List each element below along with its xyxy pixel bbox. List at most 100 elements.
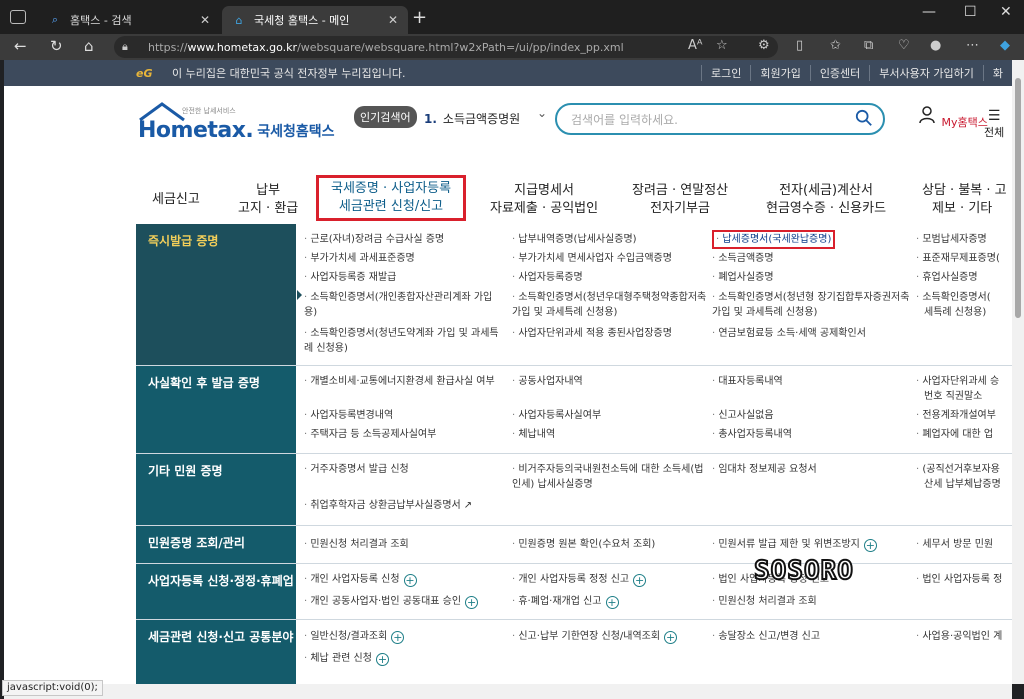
nav-certificates-registration[interactable]: 국세증명 · 사업자등록 세금관련 신청/신고: [316, 175, 467, 221]
section-title[interactable]: 사실확인 후 발급 증명: [136, 366, 296, 453]
plus-icon[interactable]: +: [664, 631, 678, 644]
menu-item[interactable]: 주택자금 등 소득공제사실여부: [304, 427, 436, 442]
section-title[interactable]: 기타 민원 증명: [136, 454, 296, 525]
browser-tab-hometax[interactable]: ⌂ 국세청 홈택스 - 메인 ✕: [222, 6, 408, 34]
refresh-icon[interactable]: ↻: [50, 37, 63, 55]
signup-link[interactable]: 회원가입: [750, 65, 809, 81]
health-icon[interactable]: ♡: [898, 38, 910, 53]
collections-icon[interactable]: ⧉: [864, 38, 873, 53]
plus-icon[interactable]: +: [375, 653, 389, 666]
favorite-star-icon[interactable]: ☆: [716, 38, 728, 53]
menu-item[interactable]: 표준재무제표증명(: [916, 251, 1000, 266]
cert-center-link[interactable]: 인증센터: [809, 65, 869, 81]
menu-item[interactable]: 부가가치세 면세사업자 수입금액증명: [512, 251, 672, 266]
menu-item[interactable]: 송달장소 신고/변경 신고: [712, 629, 820, 644]
menu-item[interactable]: 폐업사실증명: [712, 270, 773, 285]
scrollbar-thumb[interactable]: [1015, 78, 1021, 318]
login-link[interactable]: 로그인: [700, 65, 750, 81]
close-icon[interactable]: ✕: [200, 13, 210, 27]
copilot-icon[interactable]: ◆: [1000, 38, 1010, 53]
menu-item-deadline-extension[interactable]: 신고·납부 기한연장 신청/내역조회+: [512, 629, 678, 644]
hometax-logo[interactable]: 안전한 납세서비스 Hometax. 국세청홈택스: [138, 102, 335, 143]
maximize-icon[interactable]: ☐: [964, 4, 977, 20]
favorites-icon[interactable]: ✩: [830, 38, 841, 53]
menu-item[interactable]: 법인 사업자등록 정: [916, 572, 1002, 587]
menu-item[interactable]: 체납내역: [512, 427, 555, 442]
menu-item-anti-forgery[interactable]: 민원서류 발급 제한 및 위변조방지+: [712, 537, 877, 552]
section-title[interactable]: 즉시발급 증명: [136, 224, 296, 365]
section-title[interactable]: 세금관련 신청·신고 공통분야: [136, 620, 296, 684]
menu-item[interactable]: 소득확인증명서(청년도약계좌 가입 및 과세특례 신청용): [304, 326, 504, 356]
split-screen-icon[interactable]: ▯: [796, 38, 803, 53]
menu-item-general-application[interactable]: 일반신청/결과조회+: [304, 629, 405, 644]
menu-item[interactable]: 납부내역증명(납세사실증명): [512, 232, 636, 247]
home-icon[interactable]: ⌂: [84, 37, 94, 55]
plus-icon[interactable]: +: [403, 574, 417, 587]
menu-item[interactable]: 사업자등록사실여부: [512, 408, 601, 423]
menu-item[interactable]: 개별소비세·교통에너지환경세 환급사실 여부: [304, 374, 500, 389]
back-icon[interactable]: ←: [14, 37, 27, 55]
nav-incentive-yearend[interactable]: 장려금 · 연말정산 전자기부금: [632, 182, 728, 218]
menu-item[interactable]: 소득확인증명서(: [916, 290, 990, 305]
vertical-scrollbar[interactable]: [1012, 60, 1024, 684]
menu-item[interactable]: 소득확인증명서(개인종합자산관리계좌 가입용): [304, 290, 500, 320]
menu-item[interactable]: 대표자등록내역: [712, 374, 782, 389]
dept-user-signup-link[interactable]: 부서사용자 가입하기: [869, 65, 983, 81]
menu-item-tax-payment-certificate[interactable]: 납세증명서(국세완납증명): [712, 230, 836, 249]
menu-item-arrears[interactable]: 체납 관련 신청+: [304, 651, 389, 666]
menu-item[interactable]: 사업자단위과세 승: [916, 374, 999, 389]
window-close-icon[interactable]: ✕: [1000, 4, 1012, 20]
menu-item-continued[interactable]: 산세 납부체납증명: [924, 477, 1001, 492]
menu-item[interactable]: 사업자등록변경내역: [304, 408, 393, 423]
menu-item[interactable]: 비거주자등의국내원천소득에 대한 소득세(법인세) 납세사실증명: [512, 462, 708, 492]
menu-item[interactable]: 전용계좌개설여부: [916, 408, 996, 423]
profile-avatar-icon[interactable]: ●: [930, 38, 941, 53]
nav-consult-appeal[interactable]: 상담 · 불복 · 고 제보 · 기타: [922, 182, 1007, 218]
plus-icon[interactable]: +: [863, 539, 877, 552]
menu-item-continued[interactable]: 번호 직권말소: [924, 389, 982, 404]
menu-item[interactable]: 민원신청 처리결과 조회: [712, 594, 816, 609]
menu-item[interactable]: 신고사실없음: [712, 408, 773, 423]
menu-item[interactable]: 민원증명 원본 확인(수요처 조회): [512, 537, 655, 552]
menu-item[interactable]: 사업용·공익법인 계: [916, 629, 1002, 644]
all-menu-button[interactable]: ☰ 전체: [984, 108, 1004, 140]
nav-payment[interactable]: 납부 고지 · 환급: [238, 182, 298, 218]
close-icon[interactable]: ✕: [388, 13, 398, 27]
plus-icon[interactable]: +: [465, 596, 479, 609]
tab-actions-icon[interactable]: [10, 10, 26, 24]
more-gov-link[interactable]: 화: [982, 65, 1012, 81]
chevron-down-icon[interactable]: ⌄: [537, 106, 547, 120]
horizontal-scrollbar[interactable]: [4, 684, 1012, 699]
menu-item[interactable]: 연금보험료등 소득·세액 공제확인서: [712, 326, 866, 341]
nav-tax-filing[interactable]: 세금신고: [152, 191, 200, 209]
menu-item[interactable]: 민원신청 처리결과 조회: [304, 537, 408, 552]
plus-icon[interactable]: +: [391, 631, 405, 644]
address-bar[interactable]: 🔒︎ https://www.hometax.go.kr/websquare/w…: [114, 36, 778, 58]
menu-item[interactable]: 사업자단위과세 적용 종된사업장증명: [512, 326, 672, 341]
menu-item[interactable]: 폐업자에 대한 업: [916, 427, 993, 442]
menu-item[interactable]: 사업자등록증 재발급: [304, 270, 396, 285]
plus-icon[interactable]: +: [605, 596, 619, 609]
gov-notice-text[interactable]: 이 누리집은 대한민국 공식 전자정부 누리집입니다.: [172, 65, 406, 81]
search-icon[interactable]: [855, 109, 873, 127]
menu-item[interactable]: 소득확인증명서(청년우대형주택청약종합저축 가입 및 과세특례 신청용): [512, 290, 708, 320]
section-title[interactable]: 사업자등록 신청·정정·휴폐업: [136, 564, 296, 619]
plus-icon[interactable]: +: [633, 574, 647, 587]
menu-item[interactable]: 소득확인증명서(청년형 장기집합투자증권저축 가입 및 과세특례 신청용): [712, 290, 910, 320]
menu-item[interactable]: 세무서 방문 민원: [916, 537, 993, 552]
menu-item-individual-registration[interactable]: 개인 사업자등록 신청+: [304, 572, 417, 587]
menu-item[interactable]: 임대차 정보제공 요청서: [712, 462, 816, 477]
menu-item[interactable]: 총사업자등록내역: [712, 427, 792, 442]
menu-item[interactable]: 소득금액증명: [712, 251, 773, 266]
nav-e-invoice[interactable]: 전자(세금)계산서 현금영수증 · 신용카드: [766, 182, 886, 218]
search-input[interactable]: 검색어를 입력하세요.: [555, 103, 885, 135]
menu-item-joint-approval[interactable]: 개인 공동사업자·법인 공동대표 승인+: [304, 594, 479, 609]
menu-item[interactable]: 근로(자녀)장려금 수급사실 증명: [304, 232, 444, 247]
more-icon[interactable]: ⋯: [966, 38, 979, 53]
menu-item[interactable]: 휴업사실증명: [916, 270, 977, 285]
extensions-icon[interactable]: ⚙: [758, 38, 770, 53]
menu-item[interactable]: 사업자등록증명: [512, 270, 582, 285]
menu-item-student-loan[interactable]: 취업후학자금 상환금납부사실증명서↗: [304, 498, 472, 513]
my-hometax-button[interactable]: My홈택스: [918, 106, 988, 130]
popular-search-term[interactable]: 1. 소득금액증명원: [424, 110, 520, 127]
